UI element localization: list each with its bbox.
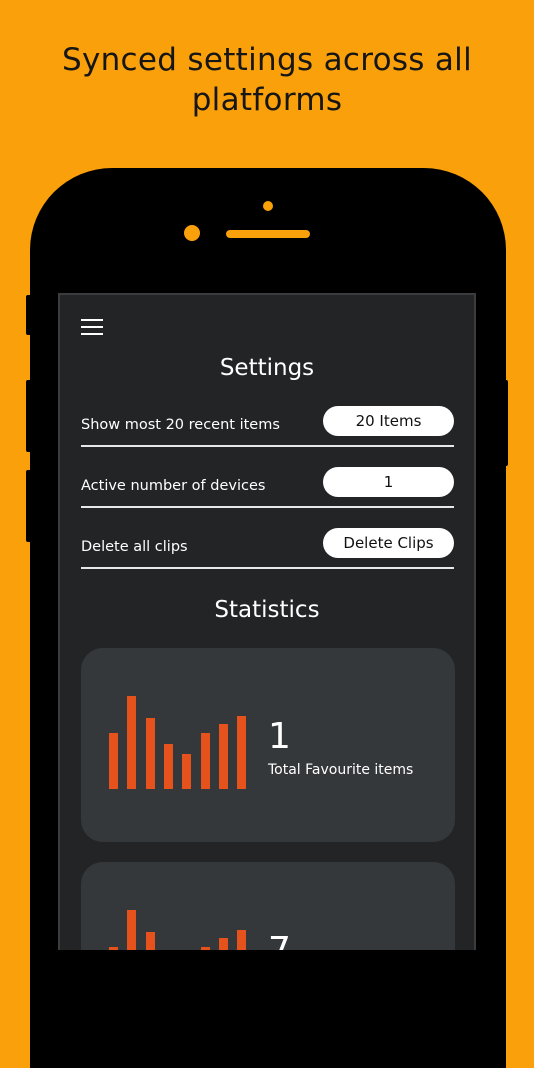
headline-line-1: Synced settings across all <box>61 42 473 78</box>
settings-title: Settings <box>219 355 315 381</box>
app-screen: Settings Show most 20 recent items 20 It… <box>58 293 476 950</box>
chart-bar <box>109 733 118 789</box>
proximity-sensor <box>263 201 273 211</box>
setting-label-delete-clips: Delete all clips <box>81 539 188 555</box>
chart-bar <box>164 744 173 789</box>
bar-chart-icon <box>109 910 249 950</box>
recent-items-button[interactable]: 20 Items <box>323 406 454 436</box>
headline-line-2: platforms <box>191 82 343 118</box>
hamburger-menu-icon[interactable] <box>81 319 103 335</box>
chart-bar <box>127 696 136 789</box>
divider <box>81 506 454 508</box>
setting-label-active-devices: Active number of devices <box>81 478 266 494</box>
divider <box>81 567 454 569</box>
statistics-title: Statistics <box>214 597 320 623</box>
delete-clips-button[interactable]: Delete Clips <box>323 528 454 558</box>
chart-bar <box>146 718 155 789</box>
setting-row-recent-items: Show most 20 recent items 20 Items <box>81 403 454 465</box>
setting-label-recent-items: Show most 20 recent items <box>81 417 280 433</box>
chart-bar <box>219 724 228 789</box>
earpiece-speaker <box>226 230 310 238</box>
stat-value: 7 <box>268 932 291 951</box>
chart-bar <box>127 910 136 950</box>
chart-bar <box>182 754 191 789</box>
stat-value: 1 <box>268 716 291 757</box>
setting-row-active-devices: Active number of devices 1 <box>81 464 454 526</box>
active-devices-button[interactable]: 1 <box>323 467 454 497</box>
chart-bar <box>219 938 228 950</box>
divider <box>81 445 454 447</box>
chart-bar <box>237 716 246 789</box>
stat-label: Total Favourite items <box>268 762 414 778</box>
chart-bar <box>237 930 246 950</box>
headline: Synced settings across all platforms <box>0 40 534 120</box>
setting-row-delete-clips: Delete all clips Delete Clips <box>81 525 454 587</box>
bar-chart-icon <box>109 696 249 789</box>
stat-card-second: 7 <box>81 862 455 950</box>
chart-bar <box>146 932 155 950</box>
stat-card-favourites: 1 Total Favourite items <box>81 648 455 842</box>
chart-bar <box>201 733 210 789</box>
front-camera <box>184 225 200 241</box>
